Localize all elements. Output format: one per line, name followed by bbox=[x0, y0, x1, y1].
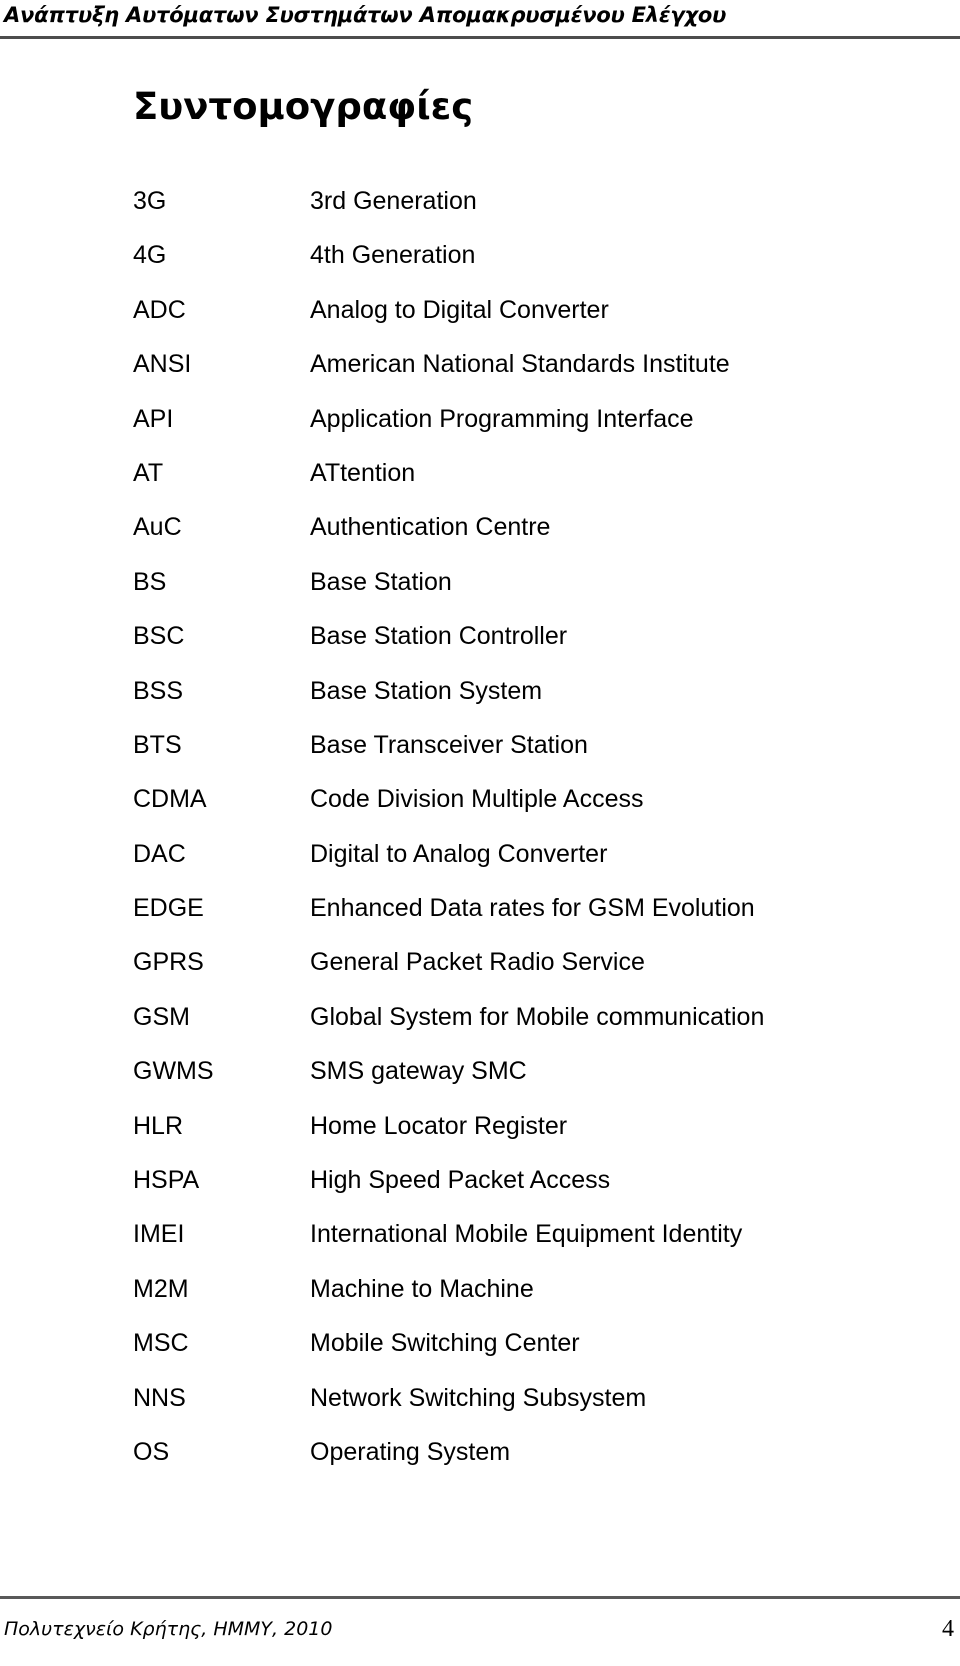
abbreviation-definition: ATtention bbox=[310, 458, 416, 487]
abbreviation-definition: Machine to Machine bbox=[310, 1274, 534, 1303]
abbreviation-term: GSM bbox=[133, 1002, 190, 1031]
abbreviation-definition: Authentication Centre bbox=[310, 513, 551, 542]
abbreviation-definition: Analog to Digital Converter bbox=[310, 295, 609, 324]
abbreviation-row: OS Operating System bbox=[0, 1437, 960, 1491]
abbreviation-row: BTS Base Transceiver Station bbox=[0, 730, 960, 784]
abbreviation-term: CDMA bbox=[133, 785, 207, 814]
abbreviation-term: GWMS bbox=[133, 1057, 214, 1086]
abbreviation-row: M2M Machine to Machine bbox=[0, 1274, 960, 1328]
abbreviation-definition: Home Locator Register bbox=[310, 1111, 568, 1140]
abbreviation-row: GWMS SMS gateway SMC bbox=[0, 1056, 960, 1110]
abbreviation-row: HLR Home Locator Register bbox=[0, 1111, 960, 1165]
abbreviation-row: BSS Base Station System bbox=[0, 676, 960, 730]
abbreviation-term: HSPA bbox=[133, 1166, 200, 1195]
abbreviation-row: EDGE Enhanced Data rates for GSM Evolutio… bbox=[0, 893, 960, 947]
abbreviation-definition: Base Transceiver Station bbox=[310, 730, 588, 759]
abbreviation-row: GPRS General Packet Radio Service bbox=[0, 947, 960, 1001]
abbreviation-term: AT bbox=[133, 458, 164, 487]
abbreviation-row: ANSI American National Standards Institut… bbox=[0, 349, 960, 403]
abbreviation-row: 4G 4th Generation bbox=[0, 240, 960, 294]
abbreviation-term: BS bbox=[133, 567, 167, 596]
page-title: Συντομογραφίες bbox=[133, 85, 474, 128]
abbreviation-term: BTS bbox=[133, 730, 182, 759]
abbreviation-term: EDGE bbox=[133, 894, 204, 923]
abbreviation-definition: Enhanced Data rates for GSM Evolution bbox=[310, 894, 755, 923]
abbreviation-row: 3G 3rd Generation bbox=[0, 186, 960, 240]
abbreviation-term: MSC bbox=[133, 1329, 189, 1358]
abbreviation-definition: 4th Generation bbox=[310, 241, 476, 270]
abbreviation-definition: Network Switching Subsystem bbox=[310, 1383, 647, 1412]
abbreviation-definition: High Speed Packet Access bbox=[310, 1166, 611, 1195]
page-footer: Πολυτεχνείο Κρήτης, ΗΜΜΥ, 2010 4 bbox=[0, 1596, 960, 1666]
abbreviation-definition: Operating System bbox=[310, 1437, 511, 1466]
footer-divider-rule bbox=[0, 1596, 960, 1599]
abbreviation-row: AT ATtention bbox=[0, 458, 960, 512]
abbreviation-definition: Code Division Multiple Access bbox=[310, 785, 644, 814]
abbreviations-list: 3G 3rd Generation 4G 4th Generation ADC Analo… bbox=[0, 186, 960, 1491]
abbreviation-term: BSS bbox=[133, 676, 184, 705]
abbreviation-term: API bbox=[133, 404, 174, 433]
abbreviation-definition: SMS gateway SMC bbox=[310, 1057, 527, 1086]
abbreviation-definition: Base Station bbox=[310, 567, 452, 596]
abbreviation-term: 4G bbox=[133, 241, 167, 270]
abbreviation-term: OS bbox=[133, 1437, 170, 1466]
abbreviation-definition: Digital to Analog Converter bbox=[310, 839, 608, 868]
abbreviation-row: API Application Programming Interface bbox=[0, 404, 960, 458]
abbreviation-definition: General Packet Radio Service bbox=[310, 948, 645, 977]
abbreviation-definition: Global System for Mobile communication bbox=[310, 1002, 765, 1031]
abbreviation-term: 3G bbox=[133, 187, 167, 215]
running-header-title: Ανάπτυξη Αυτόματων Συστημάτων Απομακρυσμ… bbox=[4, 3, 727, 27]
abbreviation-row: IMEI International Mobile Equipment Ident… bbox=[0, 1219, 960, 1273]
footer-institution-text: Πολυτεχνείο Κρήτης, ΗΜΜΥ, 2010 bbox=[4, 1618, 333, 1640]
page-header: Ανάπτυξη Αυτόματων Συστημάτων Απομακρυσμ… bbox=[0, 0, 960, 40]
abbreviation-definition: Mobile Switching Center bbox=[310, 1329, 580, 1358]
header-divider-rule bbox=[0, 36, 960, 39]
abbreviation-definition: Base Station System bbox=[310, 676, 543, 705]
abbreviation-term: ANSI bbox=[133, 350, 192, 379]
abbreviation-term: DAC bbox=[133, 839, 186, 868]
abbreviation-row: MSC Mobile Switching Center bbox=[0, 1328, 960, 1382]
abbreviation-row: BSC Base Station Controller bbox=[0, 621, 960, 675]
abbreviation-row: BS Base Station bbox=[0, 567, 960, 621]
abbreviation-term: M2M bbox=[133, 1274, 189, 1303]
abbreviation-term: ADC bbox=[133, 295, 186, 324]
abbreviation-definition: International Mobile Equipment Identity bbox=[310, 1220, 743, 1249]
abbreviation-row: NNS Network Switching Subsystem bbox=[0, 1383, 960, 1437]
page-number: 4 bbox=[942, 1616, 954, 1642]
abbreviation-row: CDMA Code Division Multiple Access bbox=[0, 784, 960, 838]
abbreviation-term: HLR bbox=[133, 1111, 184, 1140]
abbreviation-row: DAC Digital to Analog Converter bbox=[0, 839, 960, 893]
abbreviation-definition: Base Station Controller bbox=[310, 622, 568, 651]
abbreviation-term: AuC bbox=[133, 513, 182, 542]
abbreviation-term: NNS bbox=[133, 1383, 186, 1412]
abbreviation-row: HSPA High Speed Packet Access bbox=[0, 1165, 960, 1219]
abbreviation-term: GPRS bbox=[133, 948, 204, 977]
abbreviation-term: BSC bbox=[133, 622, 185, 651]
abbreviation-row: AuC Authentication Centre bbox=[0, 512, 960, 566]
abbreviation-row: GSM Global System for Mobile communicatio… bbox=[0, 1002, 960, 1056]
abbreviation-definition: 3rd Generation bbox=[310, 187, 477, 215]
abbreviation-definition: Application Programming Interface bbox=[310, 404, 694, 433]
abbreviation-definition: American National Standards Institute bbox=[310, 350, 730, 379]
abbreviation-row: ADC Analog to Digital Converter bbox=[0, 295, 960, 349]
abbreviation-term: IMEI bbox=[133, 1220, 185, 1249]
